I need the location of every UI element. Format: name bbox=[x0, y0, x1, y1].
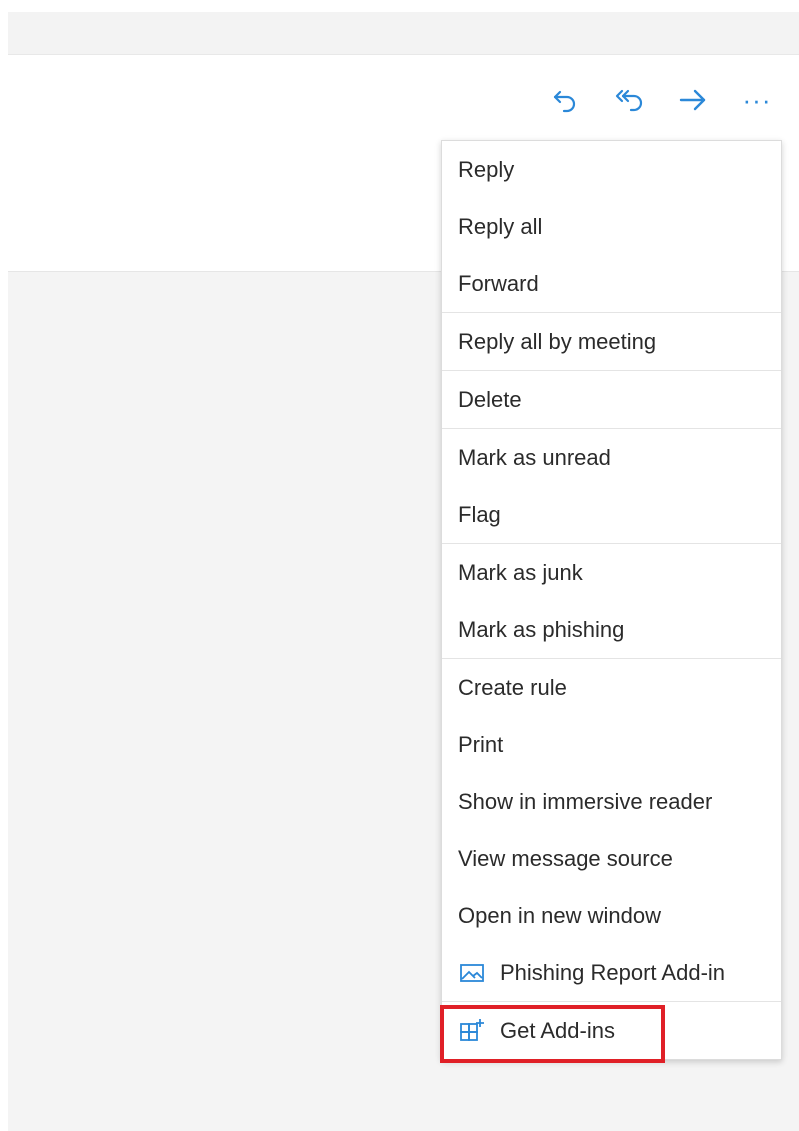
menu-item-flag[interactable]: Flag bbox=[442, 486, 781, 543]
image-icon bbox=[458, 959, 486, 987]
menu-item-mark-as-junk[interactable]: Mark as junk bbox=[442, 544, 781, 601]
menu-item-phishing-report-add-in[interactable]: Phishing Report Add-in bbox=[442, 944, 781, 1001]
menu-item-immersive-reader[interactable]: Show in immersive reader bbox=[442, 773, 781, 830]
menu-item-delete[interactable]: Delete bbox=[442, 371, 781, 428]
menu-item-mark-as-phishing[interactable]: Mark as phishing bbox=[442, 601, 781, 658]
menu-group-meeting: Reply all by meeting bbox=[442, 312, 781, 370]
menu-item-label: Print bbox=[458, 731, 504, 757]
menu-item-label: Reply bbox=[458, 156, 515, 182]
forward-arrow-icon bbox=[677, 86, 709, 114]
menu-item-label: Mark as unread bbox=[458, 444, 611, 470]
menu-item-label: Reply all bbox=[458, 213, 543, 239]
menu-item-label: Forward bbox=[458, 270, 539, 296]
menu-item-label: Flag bbox=[458, 501, 501, 527]
more-icon: ··· bbox=[742, 85, 772, 115]
menu-item-get-add-ins[interactable]: Get Add-ins bbox=[440, 1002, 781, 1063]
menu-item-forward[interactable]: Forward bbox=[442, 255, 781, 312]
menu-item-print[interactable]: Print bbox=[442, 716, 781, 773]
menu-item-label: View message source bbox=[458, 845, 673, 871]
menu-item-label: Mark as junk bbox=[458, 559, 583, 585]
menu-group-tools: Create rule Print Show in immersive read… bbox=[442, 658, 781, 1001]
menu-item-view-message-source[interactable]: View message source bbox=[442, 830, 781, 887]
forward-button[interactable] bbox=[671, 80, 715, 120]
more-actions-button[interactable]: ··· bbox=[735, 80, 779, 120]
menu-group-junk: Mark as junk Mark as phishing bbox=[442, 543, 781, 658]
reply-button[interactable] bbox=[543, 80, 587, 120]
menu-item-create-rule[interactable]: Create rule bbox=[442, 659, 781, 716]
menu-item-open-in-new-window[interactable]: Open in new window bbox=[442, 887, 781, 944]
menu-item-label: Reply all by meeting bbox=[458, 328, 657, 354]
menu-item-label: Show in immersive reader bbox=[458, 788, 713, 814]
top-strip bbox=[8, 12, 799, 55]
add-ins-grid-icon bbox=[458, 1017, 486, 1045]
menu-item-reply-all[interactable]: Reply all bbox=[442, 198, 781, 255]
menu-group-delete: Delete bbox=[442, 370, 781, 428]
message-toolbar: ··· bbox=[543, 80, 779, 120]
menu-item-label: Create rule bbox=[458, 674, 567, 700]
menu-group-status: Mark as unread Flag bbox=[442, 428, 781, 543]
reply-all-button[interactable] bbox=[607, 80, 651, 120]
menu-item-label: Delete bbox=[458, 386, 522, 412]
reply-icon bbox=[551, 86, 579, 114]
menu-item-reply-all-by-meeting[interactable]: Reply all by meeting bbox=[442, 313, 781, 370]
menu-item-label: Get Add-ins bbox=[500, 1017, 615, 1043]
more-actions-menu: Reply Reply all Forward Reply all by mee… bbox=[440, 140, 782, 1063]
menu-item-label: Open in new window bbox=[458, 902, 662, 928]
menu-item-label: Mark as phishing bbox=[458, 616, 625, 642]
menu-item-label: Phishing Report Add-in bbox=[500, 959, 726, 985]
reply-all-icon bbox=[613, 86, 645, 114]
menu-group-add-ins: Get Add-ins bbox=[440, 1001, 781, 1063]
menu-group-respond: Reply Reply all Forward bbox=[442, 141, 781, 312]
menu-item-reply[interactable]: Reply bbox=[442, 141, 781, 198]
menu-item-mark-as-unread[interactable]: Mark as unread bbox=[442, 429, 781, 486]
